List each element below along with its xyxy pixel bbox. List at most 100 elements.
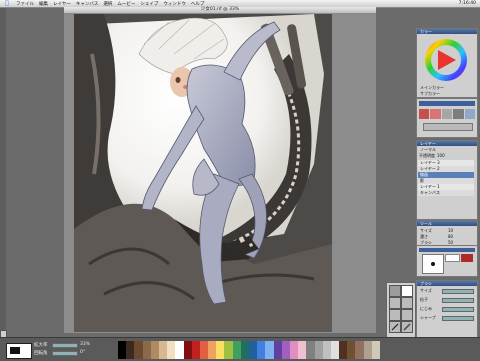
color-swatch[interactable] [249,341,258,350]
brush-panel-title[interactable]: ブラシ [417,281,477,286]
tool-button[interactable] [401,297,413,309]
opacity-value[interactable]: 100 [435,153,445,159]
brush-slider[interactable] [442,288,474,294]
layer-panel-title[interactable]: レイヤー [417,141,477,146]
color-swatches[interactable] [118,341,380,359]
color-swatch[interactable] [191,341,200,350]
swatch[interactable] [419,109,430,119]
color-swatch[interactable] [126,341,135,350]
tool-button[interactable] [401,285,413,297]
color-swatch[interactable] [322,341,331,350]
brush-slider[interactable] [442,297,474,303]
color-swatch[interactable] [281,341,290,350]
color-swatch[interactable] [347,341,356,350]
color-swatch[interactable] [158,341,168,350]
color-swatch[interactable] [183,350,192,359]
brush-tip[interactable] [445,254,460,262]
color-swatch[interactable] [347,350,356,359]
color-swatch[interactable] [306,341,315,350]
swatch[interactable] [464,109,476,119]
color-swatch[interactable] [371,350,380,359]
color-swatch[interactable] [289,341,299,350]
tool-panel-title[interactable]: ツール [417,221,477,226]
menu-item[interactable]: レイヤー [53,1,71,7]
color-swatch[interactable] [355,350,364,359]
brush-tip-preview[interactable] [422,254,444,274]
menu-item[interactable]: ファイル [16,1,34,7]
apple-menu-icon[interactable]:  [3,0,11,7]
menu-item[interactable]: シェイプ [140,1,158,7]
color-swatch[interactable] [257,341,266,350]
color-swatch[interactable] [339,341,348,350]
color-swatch[interactable] [273,341,282,350]
menu-item[interactable]: ヘルプ [191,1,205,7]
color-swatch[interactable] [126,350,135,359]
color-wheel[interactable] [423,37,469,83]
tool-button[interactable] [389,285,401,297]
brush-tip[interactable] [460,254,473,262]
swatch-scroll[interactable] [423,123,473,131]
color-swatch[interactable] [273,350,282,359]
color-swatch[interactable] [208,341,217,350]
document-title[interactable]: 少女01.rif @ 33% [64,7,376,13]
color-swatch[interactable] [265,350,274,359]
color-swatch[interactable] [249,350,258,359]
tool-button[interactable] [389,297,401,309]
zoom-value[interactable]: 33% [80,342,90,347]
color-swatch[interactable] [150,341,159,350]
swatch[interactable] [441,109,453,119]
color-swatch[interactable] [355,341,364,350]
color-swatch[interactable] [191,350,200,359]
color-swatch[interactable] [363,341,372,350]
color-swatch[interactable] [322,350,331,359]
color-swatch[interactable] [363,350,372,359]
swatch[interactable] [453,109,464,119]
color-swatch[interactable] [208,350,217,359]
menu-item[interactable]: ムービー [117,1,135,7]
color-swatch[interactable] [150,350,159,359]
menu-item[interactable]: ウィンドウ [163,1,186,7]
color-swatch[interactable] [289,350,299,359]
color-panel-title[interactable]: カラー [417,29,477,34]
menu-item[interactable]: キャンバス [76,1,99,7]
color-swatch[interactable] [134,350,143,359]
color-swatch[interactable] [314,341,323,350]
sub-color-field[interactable]: サブカラー [418,91,476,97]
color-swatch[interactable] [314,350,323,359]
menu-item[interactable]: 選択 [103,1,112,7]
color-swatch[interactable] [167,350,176,359]
color-swatch[interactable] [281,350,290,359]
color-swatch[interactable] [224,341,233,350]
tool-button[interactable] [401,309,413,321]
swatch[interactable] [430,109,441,119]
current-color[interactable] [10,347,20,354]
color-swatch[interactable] [175,350,184,359]
color-swatch[interactable] [240,341,249,350]
brush-tool-button[interactable] [401,321,413,333]
color-swatch[interactable] [175,341,184,350]
color-swatch[interactable] [330,350,340,359]
color-swatch[interactable] [142,341,151,350]
color-well[interactable] [6,343,32,359]
layer-item[interactable]: キャンバス [418,190,474,196]
color-swatch[interactable] [134,341,143,350]
brush-tip-row[interactable] [445,254,473,262]
color-swatch[interactable] [158,350,168,359]
color-swatch[interactable] [240,350,249,359]
color-swatch[interactable] [330,341,340,350]
color-swatch[interactable] [306,350,315,359]
pen-tool-button[interactable] [389,321,401,333]
color-swatch[interactable] [118,341,127,350]
color-swatch[interactable] [183,341,192,350]
color-swatch[interactable] [142,350,151,359]
color-swatch[interactable] [199,350,209,359]
swatch-row[interactable] [419,109,476,119]
color-swatch[interactable] [298,350,307,359]
canvas-artwork[interactable] [74,14,332,332]
color-swatch[interactable] [216,350,225,359]
color-swatch[interactable] [216,341,225,350]
angle-value[interactable]: 0° [80,350,85,355]
brush-slider[interactable] [442,315,474,321]
tool-button[interactable] [389,309,401,321]
color-swatch[interactable] [257,350,266,359]
